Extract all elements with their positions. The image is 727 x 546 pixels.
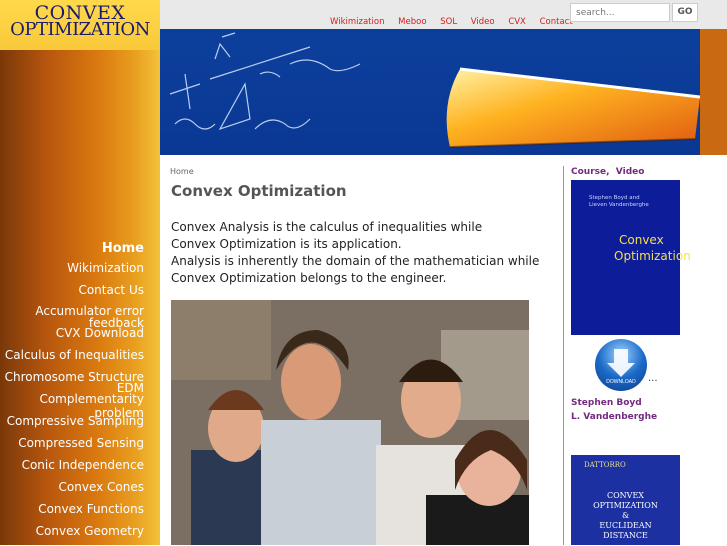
- author-boyd-link[interactable]: Stephen Boyd: [571, 398, 642, 408]
- book2-title-line: DISTANCE: [603, 531, 648, 540]
- banner-edge: [700, 29, 727, 155]
- group-photo-image: [171, 300, 529, 545]
- top-nav-contact[interactable]: Contact: [540, 17, 573, 27]
- course-link[interactable]: Course,: [571, 167, 610, 177]
- download-button[interactable]: DOWNLOAD: [595, 339, 647, 391]
- sidebar-item-convex-functions[interactable]: Convex Functions: [0, 502, 144, 524]
- top-nav-cvx[interactable]: CVX: [508, 17, 526, 27]
- download-more[interactable]: ...: [648, 373, 658, 384]
- book-authors: Stephen Boyd and Lieven Vandenberghe: [589, 195, 649, 209]
- search-input[interactable]: [570, 3, 670, 22]
- sidebar-nav: Home Wikimization Contact Us Accumulator…: [0, 241, 144, 546]
- book2-title-line: OPTIMIZATION: [593, 501, 658, 510]
- header-banner: [160, 29, 727, 155]
- author-vandenberghe-link[interactable]: L. Vandenberghe: [571, 412, 657, 422]
- sidebar-item-compressed-sensing[interactable]: Compressed Sensing: [0, 436, 144, 458]
- search-go-button[interactable]: GO: [672, 3, 698, 22]
- top-nav-meboo[interactable]: Meboo: [398, 17, 426, 27]
- intro-line: Analysis is inherently the domain of the…: [171, 254, 540, 268]
- top-bar: Wikimization Meboo SOL Video CVX Contact…: [160, 0, 727, 29]
- book-author-line: Stephen Boyd and: [589, 195, 640, 201]
- breadcrumb[interactable]: Home: [170, 167, 194, 176]
- right-column: Course, Video Stephen Boyd and Lieven Va…: [565, 155, 727, 545]
- page-title: Convex Optimization: [171, 182, 347, 200]
- download-icon: DOWNLOAD: [606, 349, 636, 385]
- intro-text: Convex Analysis is the calculus of inequ…: [171, 219, 561, 287]
- book2-title-line: CONVEX: [607, 491, 644, 500]
- logo-line2: OPTIMIZATION: [10, 19, 150, 40]
- intro-line: Convex Optimization belongs to the engin…: [171, 271, 447, 285]
- top-nav: Wikimization Meboo SOL Video CVX Contact: [330, 17, 584, 27]
- book-title-line: Optimization: [614, 249, 691, 263]
- sidebar: CONVEX OPTIMIZATION Home Wikimization Co…: [0, 0, 160, 545]
- sidebar-item-compressive-sampling[interactable]: Compressive Sampling: [0, 414, 144, 436]
- sidebar-item-conic-independence[interactable]: Conic Independence: [0, 458, 144, 480]
- video-link[interactable]: Video: [616, 167, 645, 177]
- book-author-line: Lieven Vandenberghe: [589, 202, 649, 208]
- group-photo: [171, 300, 529, 545]
- site-logo[interactable]: CONVEX OPTIMIZATION: [0, 0, 160, 50]
- book2-title-line: EUCLIDEAN: [599, 521, 652, 530]
- top-nav-sol[interactable]: SOL: [440, 17, 457, 27]
- book2-author: DATTORRO: [584, 461, 626, 469]
- sidebar-item-calculus[interactable]: Calculus of Inequalities: [0, 348, 144, 370]
- book2-title-line: &: [621, 511, 630, 520]
- banner-artwork: [169, 32, 701, 148]
- sidebar-item-contact-us[interactable]: Contact Us: [0, 283, 144, 305]
- book2-title: CONVEX OPTIMIZATION & EUCLIDEAN DISTANCE: [571, 491, 680, 541]
- download-label: DOWNLOAD: [606, 379, 636, 385]
- top-nav-video[interactable]: Video: [471, 17, 495, 27]
- book-title-line: Convex: [619, 233, 664, 247]
- sidebar-item-convex-cones[interactable]: Convex Cones: [0, 480, 144, 502]
- sidebar-item-home[interactable]: Home: [0, 241, 144, 261]
- main-content: Home Convex Optimization Convex Analysis…: [160, 155, 565, 545]
- book-title: Convex Optimization: [614, 232, 691, 264]
- course-video-links: Course, Video: [571, 167, 644, 177]
- sidebar-item-edm[interactable]: EDM: [0, 382, 144, 394]
- sidebar-item-convex-geometry[interactable]: Convex Geometry: [0, 524, 144, 546]
- intro-line: Convex Optimization is its application.: [171, 237, 402, 251]
- sidebar-item-wikimization[interactable]: Wikimization: [0, 261, 144, 283]
- sidebar-item-cvx-download[interactable]: CVX Download: [0, 326, 144, 348]
- dattorro-book-cover[interactable]: DATTORRO CONVEX OPTIMIZATION & EUCLIDEAN…: [571, 455, 680, 545]
- column-divider: [563, 166, 564, 545]
- top-nav-wikimization[interactable]: Wikimization: [330, 17, 384, 27]
- intro-line: Convex Analysis is the calculus of inequ…: [171, 220, 483, 234]
- sidebar-item-complementarity[interactable]: Complementarity problem: [0, 392, 144, 420]
- boyd-book-cover[interactable]: Stephen Boyd and Lieven Vandenberghe Con…: [571, 180, 691, 335]
